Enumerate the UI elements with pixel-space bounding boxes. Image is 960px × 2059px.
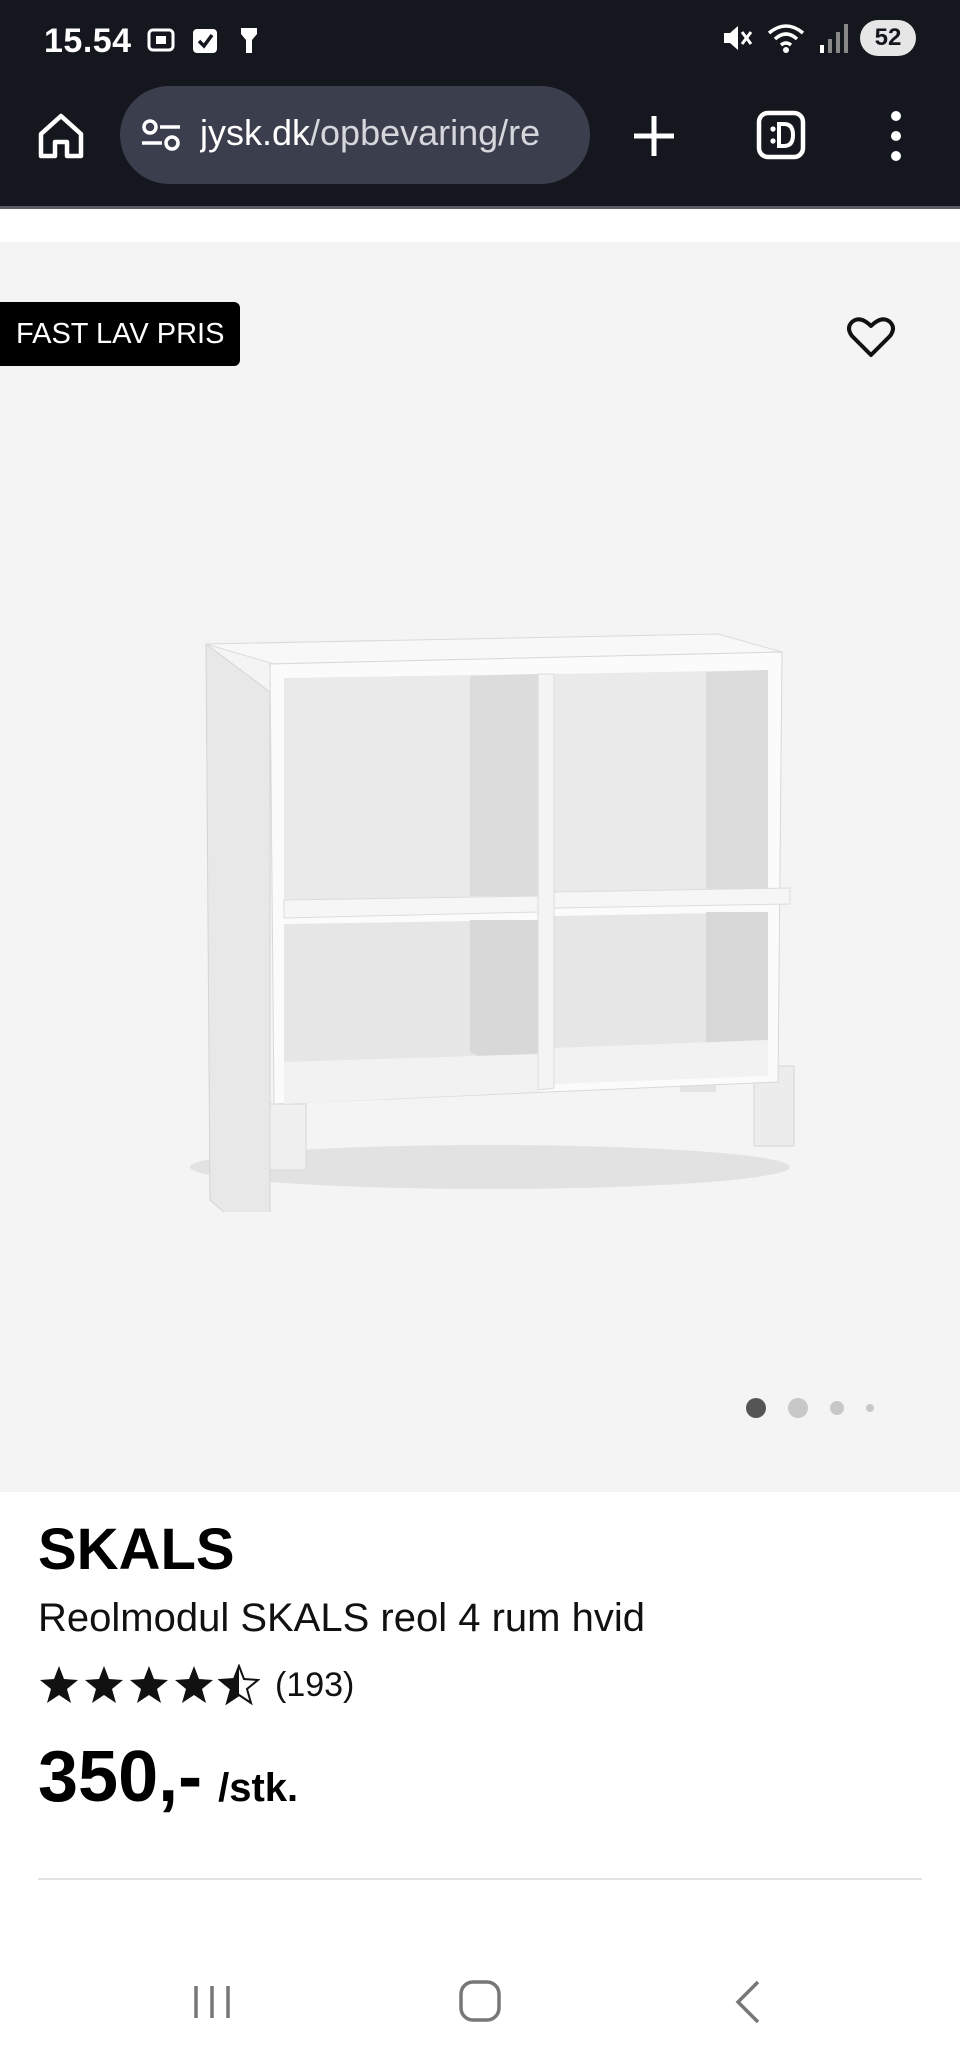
torch-icon [241,28,257,53]
url-path: /opbevaring/re [310,112,541,153]
star-icon [85,1666,123,1703]
tab-switcher-icon[interactable] [756,110,806,160]
product-image [190,633,795,1212]
star-icon [130,1666,168,1703]
battery-indicator: 52 [860,20,916,56]
gallery-dot[interactable] [866,1404,874,1412]
browser-toolbar: jysk.dk/opbevaring/re [0,86,960,209]
recent-apps-icon[interactable] [182,1974,242,2030]
gallery-dot[interactable] [830,1401,844,1415]
url-domain: jysk.dk [200,112,311,153]
star-icon [175,1666,213,1703]
back-icon[interactable] [720,1974,780,2030]
gallery-pagination[interactable] [746,1398,874,1418]
gallery-dot[interactable] [788,1398,808,1418]
screenshot-icon [147,28,175,52]
wifi-icon [767,24,805,53]
notification-icons [146,24,264,56]
product-gallery[interactable]: FAST LAV PRIS [0,242,960,1492]
product-rating[interactable]: (193) [38,1664,354,1706]
system-icons: 52 [720,20,916,56]
divider [38,1878,922,1880]
url-text[interactable]: jysk.dk/opbevaring/re [200,112,570,158]
heart-icon[interactable] [846,314,896,360]
system-nav-bar [0,1940,960,2059]
url-bar[interactable]: jysk.dk/opbevaring/re [120,86,590,184]
star-icon [40,1666,78,1703]
site-settings-icon[interactable] [140,116,182,154]
gallery-dot-active[interactable] [746,1398,766,1418]
signal-icon [820,24,848,53]
product-price: 350,- [38,1737,203,1817]
status-bar: 15.54 52 [0,0,960,86]
price-row: 350,- /stk. [38,1736,298,1818]
new-tab-icon[interactable] [630,112,678,160]
product-brand: SKALS [38,1517,235,1582]
home-nav-icon[interactable] [450,1974,510,2030]
price-badge: FAST LAV PRIS [0,302,241,366]
checkbox-icon [193,29,217,53]
price-unit: /stk. [218,1766,299,1810]
half-star-icon [218,1664,260,1706]
mute-icon [724,26,753,50]
review-count[interactable]: (193) [275,1666,354,1705]
home-icon[interactable] [34,108,88,162]
product-name: Reolmodul SKALS reol 4 rum hvid [38,1596,645,1640]
menu-icon[interactable] [886,106,906,166]
clock: 15.54 [44,22,132,60]
